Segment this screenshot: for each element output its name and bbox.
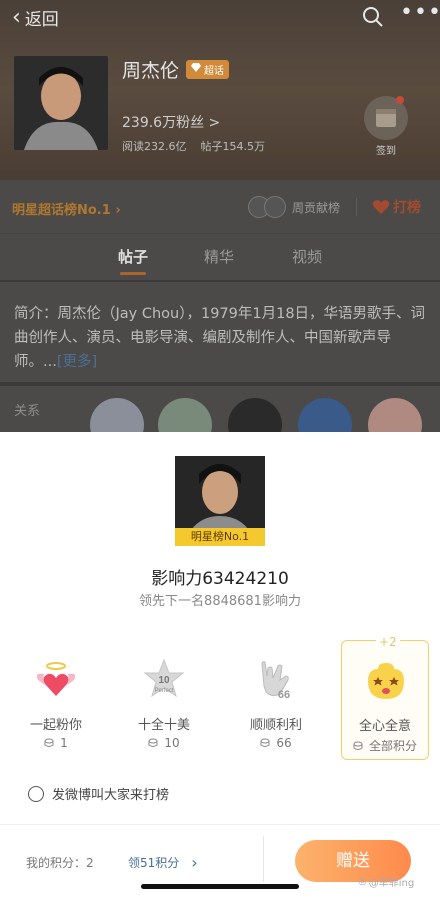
avatar[interactable] — [14, 56, 108, 150]
gift-option[interactable]: 10 Perfect 十全十美 10 — [120, 640, 208, 760]
heart-icon — [372, 200, 390, 214]
star-eyes-emoji-icon — [368, 663, 404, 699]
tab-bar: 帖子 精华 视频 — [0, 234, 440, 280]
fans-count[interactable]: 239.6万粉丝 > — [122, 112, 220, 132]
daban-button[interactable]: 打榜 — [372, 197, 421, 217]
gift-name: 一起粉你 — [29, 718, 82, 733]
relations-label: 关系 — [14, 404, 41, 419]
checkin-label: 签到 — [376, 146, 396, 157]
divider — [263, 836, 264, 882]
rock-hand-66-icon: 66 — [261, 661, 290, 701]
support-sheet: 明星榜No.1 影响力63424210 领先下一名8848681影响力 一起粉你… — [0, 432, 440, 898]
star-rank-link[interactable]: 明星超话榜No.1 › — [12, 199, 121, 218]
coin-icon — [260, 738, 270, 747]
back-button[interactable]: ‹ 返回 — [12, 5, 59, 30]
active-tab-indicator — [120, 272, 146, 275]
home-indicator — [141, 884, 299, 889]
weekly-contribution-link[interactable]: 周贡献榜 — [292, 199, 340, 216]
tab-posts[interactable]: 帖子 — [118, 246, 148, 267]
rank-badge: 明星榜No.1 — [175, 528, 265, 546]
chevron-left-icon: ‹ — [12, 4, 21, 30]
avatar[interactable] — [90, 398, 144, 432]
gift-name: 全心全意 — [358, 719, 411, 734]
share-label: 发微博叫大家来打榜 — [52, 788, 170, 803]
avatar[interactable] — [368, 398, 422, 432]
more-icon[interactable]: ••• — [400, 2, 440, 24]
topic-stats: 阅读232.6亿 帖子154.5万 — [122, 138, 265, 154]
coin-icon — [353, 741, 363, 750]
page-title: 周杰伦 — [122, 60, 180, 82]
coin-icon — [148, 738, 158, 747]
earn-points-link[interactable]: 领51积分 › — [128, 853, 198, 872]
gift-option[interactable]: 一起粉你 1 — [12, 640, 100, 760]
gift-cost: 全部积分 — [368, 739, 417, 753]
my-points: 我的积分：2 — [26, 856, 94, 870]
divider — [0, 824, 440, 825]
intro-section: 简介：周杰伦（Jay Chou），1979年1月18日，华语男歌手、词曲创作人、… — [0, 282, 440, 382]
gift-cost: 10 — [164, 736, 180, 750]
relations-section: 关系 — [0, 386, 440, 432]
gift-cost: 1 — [60, 736, 68, 750]
back-label: 返回 — [24, 10, 59, 30]
chevron-right-icon: › — [191, 853, 198, 872]
avatar[interactable] — [298, 398, 352, 432]
gift-name: 十全十美 — [137, 718, 190, 733]
weibo-logo-icon: ◎ — [358, 876, 367, 887]
tab-featured[interactable]: 精华 — [204, 246, 234, 267]
gift-name: 顺顺利利 — [249, 718, 302, 733]
super-topic-badge: 超话 — [186, 60, 229, 79]
earn-points-label: 领51积分 — [128, 856, 180, 870]
gift-option-selected[interactable]: +2 全心全意 全部积分 — [341, 635, 429, 760]
share-checkbox[interactable] — [28, 785, 44, 802]
divider — [356, 198, 357, 216]
notification-dot — [396, 96, 404, 104]
coin-icon — [44, 738, 54, 747]
watermark: ◎ @芈菲ing — [358, 876, 415, 889]
perfect-10-star-icon: 10 Perfect — [143, 658, 185, 698]
diamond-icon — [191, 63, 201, 72]
reads-count: 阅读232.6亿 — [122, 140, 187, 153]
avatar — [264, 196, 286, 218]
lead-text: 领先下一名8848681影响力 — [139, 594, 301, 609]
tab-videos[interactable]: 视频 — [292, 246, 322, 267]
gift-option[interactable]: 66 顺顺利利 66 — [232, 640, 320, 760]
gift-options: 一起粉你 1 10 Perfect 十全十美 10 66 顺顺利利 66 +2 … — [0, 635, 440, 764]
heart-with-wings-icon — [36, 662, 76, 696]
svg-text:10: 10 — [158, 675, 170, 686]
gift-cost: 66 — [276, 736, 292, 750]
topic-page-background: ‹ 返回 ••• 周杰伦 超话 239.6万粉丝 > 阅读232.6亿 帖子15… — [0, 0, 440, 432]
svg-text:66: 66 — [278, 689, 290, 701]
more-link[interactable]: [更多] — [57, 354, 97, 370]
share-to-weibo-option[interactable]: 发微博叫大家来打榜 — [28, 784, 169, 803]
posts-count: 帖子154.5万 — [200, 140, 266, 153]
svg-text:Perfect: Perfect — [154, 688, 173, 694]
nav-bar: ‹ 返回 ••• — [0, 0, 440, 36]
avatar[interactable] — [228, 398, 282, 432]
search-icon[interactable] — [362, 6, 384, 28]
rank-bar: 明星超话榜No.1 › 周贡献榜 打榜 — [0, 180, 440, 234]
contributor-avatars[interactable] — [248, 196, 286, 218]
avatar[interactable] — [158, 398, 212, 432]
influence-value: 影响力63424210 — [151, 569, 289, 589]
bonus-label: +2 — [376, 635, 400, 649]
